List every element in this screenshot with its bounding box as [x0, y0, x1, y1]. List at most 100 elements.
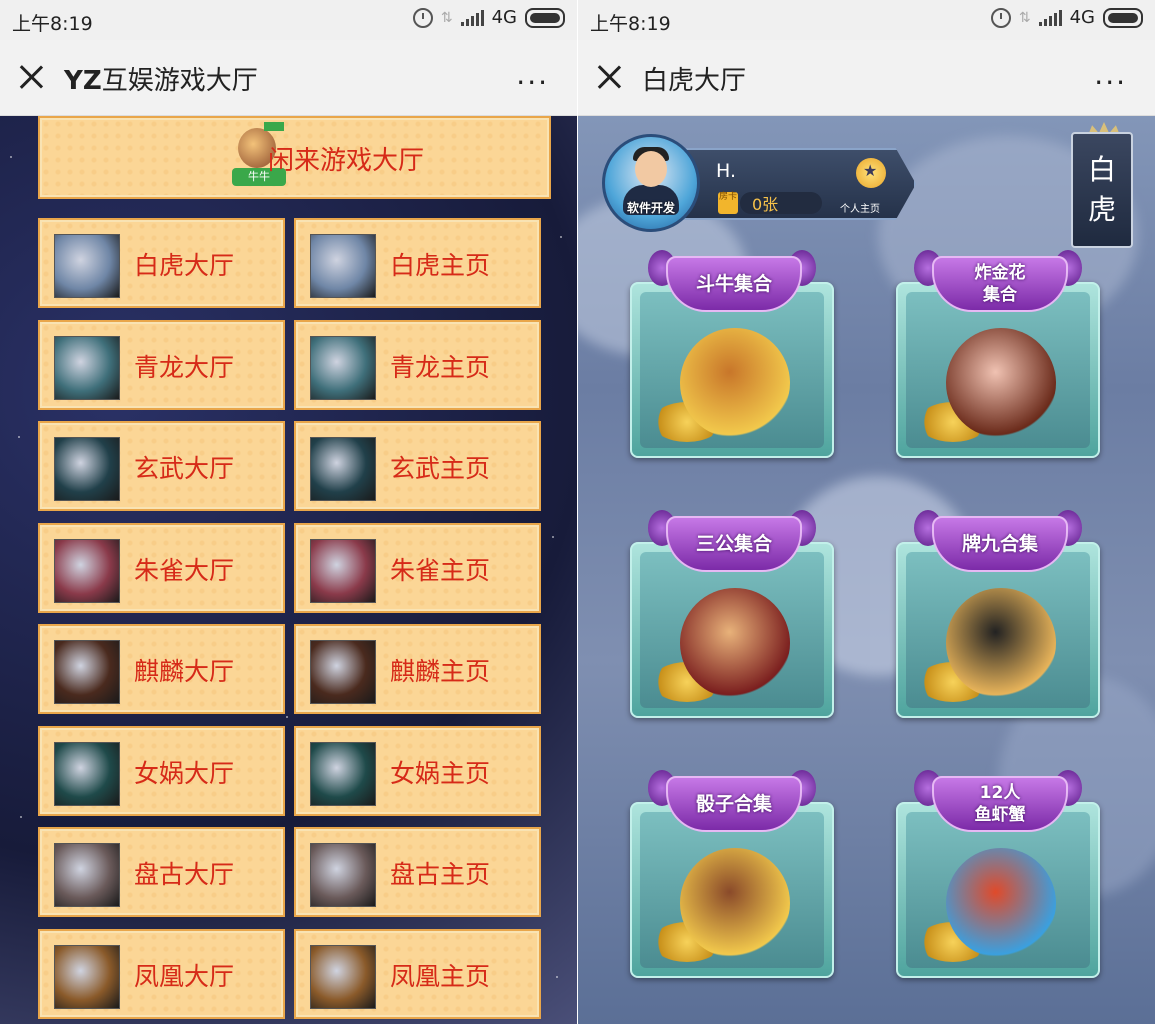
- home-button[interactable]: 白虎主页: [294, 218, 541, 308]
- personal-home-label[interactable]: 个人主页: [840, 200, 880, 215]
- game-artwork-image: [680, 848, 790, 958]
- hall-button[interactable]: 玄武大厅: [38, 421, 285, 511]
- status-bar: 上午8:19 ⇅ 4G: [578, 0, 1155, 40]
- hall-button[interactable]: 女娲大厅: [38, 725, 285, 816]
- game-card[interactable]: 三公集合: [630, 510, 834, 718]
- hall-thumbnail-image: [54, 944, 120, 1009]
- hall-thumbnail-image: [310, 335, 376, 400]
- status-icons: ⇅ 4G: [990, 7, 1143, 28]
- tile-label: 盘古大厅: [134, 860, 235, 889]
- status-icons: ⇅ 4G: [412, 7, 565, 28]
- hall-button[interactable]: 白虎大厅: [38, 218, 285, 308]
- game-title-banner: 牌九合集: [932, 516, 1068, 572]
- battery-icon: [1103, 7, 1143, 28]
- status-bar: 上午8:19 ⇅ 4G: [0, 0, 577, 40]
- game-artwork-image: [946, 848, 1056, 958]
- game-card[interactable]: 骰子合集: [630, 770, 834, 978]
- hall-thumbnail-image: [54, 437, 120, 501]
- hall-thumbnail-image: [310, 437, 376, 501]
- tile-label: 玄武主页: [390, 454, 491, 483]
- more-menu-icon[interactable]: ···: [516, 66, 549, 99]
- hall-button[interactable]: 麒麟大厅: [38, 624, 285, 714]
- status-time: 上午8:19: [590, 13, 671, 35]
- avatar[interactable]: 软件开发: [602, 134, 700, 232]
- home-button[interactable]: 盘古主页: [294, 827, 541, 917]
- hall-button[interactable]: 青龙大厅: [38, 319, 285, 410]
- nav-bar: YZ互娱游戏大厅 ···: [0, 40, 577, 116]
- hall-button[interactable]: 凤凰大厅: [38, 928, 285, 1019]
- home-button[interactable]: 青龙主页: [294, 319, 541, 410]
- alarm-icon: [990, 7, 1011, 28]
- game-card[interactable]: 炸金花 集合: [896, 250, 1100, 458]
- page-title: YZ互娱游戏大厅: [64, 66, 258, 96]
- hall-thumbnail-image: [310, 640, 376, 704]
- close-icon[interactable]: [18, 64, 44, 90]
- hall-button[interactable]: 盘古大厅: [38, 827, 285, 917]
- battery-icon: [525, 7, 565, 28]
- home-button[interactable]: 朱雀主页: [294, 522, 541, 613]
- room-card-count: 0张: [752, 195, 779, 214]
- tile-label: 凤凰大厅: [134, 961, 235, 991]
- network-type: 4G: [491, 7, 517, 28]
- hall-thumbnail-image: [310, 843, 376, 907]
- hall-thumbnail-image: [54, 538, 120, 603]
- featured-hall-label: 闲来游戏大厅: [268, 146, 425, 176]
- hall-thumbnail-image: [54, 741, 120, 806]
- data-transfer-icon: ⇅: [1018, 9, 1031, 26]
- home-button[interactable]: 麒麟主页: [294, 624, 541, 714]
- game-card[interactable]: 12人 鱼虾蟹: [896, 770, 1100, 978]
- game-title-banner: 12人 鱼虾蟹: [932, 776, 1068, 832]
- hall-thumbnail-image: [54, 843, 120, 907]
- data-transfer-icon: ⇅: [440, 9, 453, 26]
- user-profile-panel: 软件开发 H. 房卡 0张 个人主页: [602, 130, 922, 232]
- hall-button[interactable]: 朱雀大厅: [38, 522, 285, 613]
- status-time: 上午8:19: [12, 13, 93, 35]
- close-icon[interactable]: [596, 64, 622, 90]
- game-card[interactable]: 斗牛集合: [630, 250, 834, 458]
- game-title-banner: 三公集合: [666, 516, 802, 572]
- game-title-banner: 炸金花 集合: [932, 256, 1068, 312]
- game-artwork-image: [680, 328, 790, 438]
- game-title-banner: 斗牛集合: [666, 256, 802, 312]
- user-name: H.: [716, 160, 736, 182]
- tile-label: 玄武大厅: [134, 454, 235, 483]
- home-button[interactable]: 玄武主页: [294, 421, 541, 511]
- network-type: 4G: [1069, 7, 1095, 28]
- left-screen: 上午8:19 ⇅ 4G YZ互娱游戏大厅 ··· 牛牛 闲来游戏大厅 白虎大厅 白…: [0, 0, 577, 1024]
- game-title-line: 12人: [979, 783, 1021, 803]
- featured-hall-button[interactable]: 牛牛 闲来游戏大厅: [38, 116, 551, 199]
- home-button[interactable]: 凤凰主页: [294, 928, 541, 1019]
- tile-label: 女娲主页: [390, 758, 491, 788]
- game-title-banner: 骰子合集: [666, 776, 802, 832]
- tile-label: 凤凰主页: [390, 961, 491, 991]
- tile-label: 朱雀大厅: [134, 555, 235, 585]
- right-screen: 上午8:19 ⇅ 4G 白虎大厅 ··· 软件开发 H. 房卡 0张 ★ 个人主…: [578, 0, 1155, 1024]
- hall-thumbnail-image: [54, 234, 120, 298]
- hall-thumbnail-image: [310, 538, 376, 603]
- tile-label: 朱雀主页: [390, 555, 491, 585]
- tile-label: 盘古主页: [390, 860, 491, 889]
- hall-thumbnail-image: [310, 741, 376, 806]
- tile-label: 麒麟大厅: [134, 657, 235, 686]
- game-title-line: 炸金花: [974, 263, 1026, 283]
- game-title-line: 鱼虾蟹: [974, 805, 1026, 825]
- game-artwork-image: [946, 588, 1056, 698]
- game-artwork-image: [946, 328, 1056, 438]
- signal-icon: [460, 9, 484, 26]
- game-title-line: 集合: [983, 285, 1017, 305]
- personal-home-icon[interactable]: [856, 158, 886, 188]
- hall-thumbnail-image: [310, 944, 376, 1009]
- white-tiger-badge[interactable]: 白虎: [1071, 132, 1133, 248]
- game-artwork-image: [680, 588, 790, 698]
- tile-label: 白虎主页: [390, 251, 491, 280]
- hall-thumbnail-image: [54, 640, 120, 704]
- tile-label: 青龙大厅: [134, 352, 235, 382]
- alarm-icon: [412, 7, 433, 28]
- game-card[interactable]: 牌九合集: [896, 510, 1100, 718]
- signal-icon: [1038, 9, 1062, 26]
- tile-label: 白虎大厅: [134, 251, 235, 280]
- tile-label: 青龙主页: [390, 352, 491, 382]
- tile-label: 麒麟主页: [390, 657, 491, 686]
- home-button[interactable]: 女娲主页: [294, 725, 541, 816]
- more-menu-icon[interactable]: ···: [1094, 66, 1127, 99]
